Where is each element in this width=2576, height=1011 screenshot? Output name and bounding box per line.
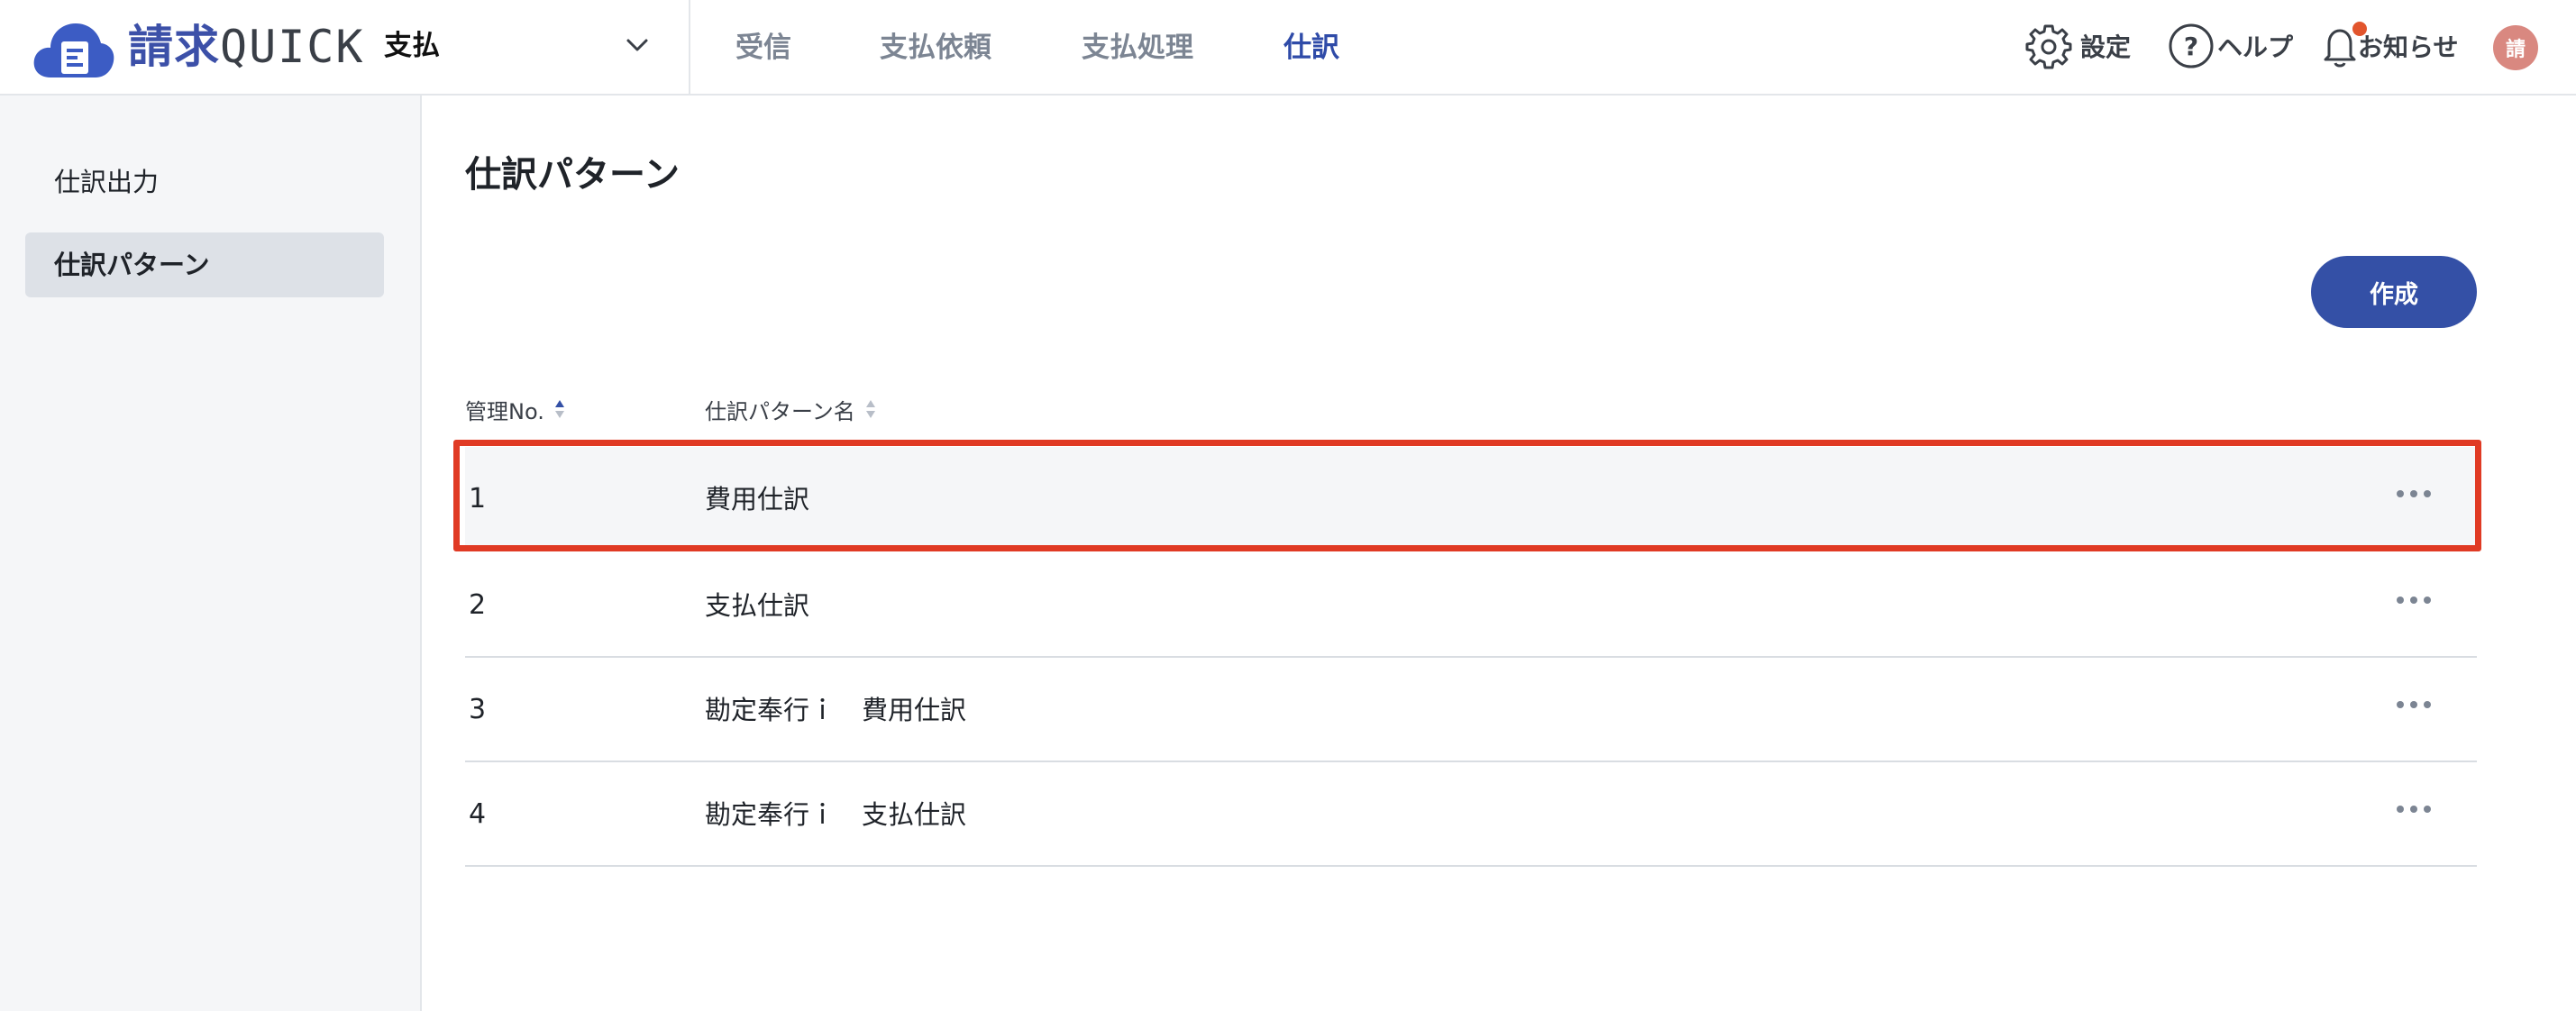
help-button[interactable]: ? ヘルプ [2167, 22, 2293, 70]
notifications-label: お知らせ [2358, 32, 2459, 62]
top-header: 請求QUICK 支払 受信 支払依頼 支払処理 仕訳 設定 ? ヘルプ お知らせ… [0, 0, 2576, 96]
more-options-icon[interactable] [2387, 589, 2441, 611]
module-select[interactable]: 支払 [384, 25, 440, 67]
table-row[interactable]: 2 支払仕訳 [465, 553, 2477, 658]
sidebar-item-journal-export[interactable]: 仕訳出力 [25, 150, 384, 214]
row-name: 勘定奉行ｉ 支払仕訳 [705, 799, 967, 830]
sidebar: 仕訳出力 仕訳パターン [0, 96, 422, 1011]
gear-icon [2025, 24, 2072, 69]
more-options-icon[interactable] [2387, 483, 2441, 505]
help-circle-icon: ? [2169, 23, 2214, 68]
avatar[interactable]: 請 [2493, 25, 2538, 70]
column-header-name[interactable]: 仕訳パターン名 [705, 389, 877, 429]
sort-asc-icon[interactable] [553, 397, 566, 421]
row-name: 勘定奉行ｉ 費用仕訳 [705, 695, 967, 725]
column-header-name-label: 仕訳パターン名 [705, 398, 855, 424]
nav-item-inbox[interactable]: 受信 [735, 27, 791, 68]
settings-button[interactable]: 設定 [2024, 22, 2131, 70]
chevron-down-icon[interactable] [624, 34, 651, 56]
logo-latin: QUICK [220, 21, 365, 73]
svg-text:?: ? [2184, 32, 2198, 61]
more-options-icon[interactable] [2387, 798, 2441, 820]
nav-item-payment-request[interactable]: 支払依頼 [880, 27, 991, 68]
row-no: 3 [469, 694, 487, 725]
row-no: 2 [469, 589, 487, 621]
row-name: 費用仕訳 [705, 484, 810, 515]
app-logo-text[interactable]: 請求QUICK [128, 20, 365, 74]
notification-dot [2352, 22, 2367, 36]
sidebar-item-journal-patterns[interactable]: 仕訳パターン [25, 232, 384, 297]
create-button[interactable]: 作成 [2311, 256, 2477, 328]
page-title: 仕訳パターン [465, 154, 680, 196]
column-header-no[interactable]: 管理No. [465, 389, 566, 429]
table-row[interactable]: 4 勘定奉行ｉ 支払仕訳 [465, 762, 2477, 867]
notifications-button[interactable]: お知らせ [2322, 22, 2458, 70]
help-label: ヘルプ [2217, 32, 2294, 62]
nav-item-payment-processing[interactable]: 支払処理 [1082, 27, 1193, 68]
more-options-icon[interactable] [2387, 694, 2441, 715]
table-row[interactable]: 1 費用仕訳 [465, 447, 2477, 551]
row-no: 4 [469, 798, 487, 830]
row-no: 1 [469, 483, 487, 515]
settings-label: 設定 [2080, 32, 2132, 62]
logo-kanji: 請求 [128, 21, 220, 73]
cloud-logo-icon[interactable] [31, 18, 116, 81]
header-divider [689, 0, 690, 96]
row-name: 支払仕訳 [705, 590, 810, 621]
nav-item-journal[interactable]: 仕訳 [1283, 27, 1339, 68]
table-row[interactable]: 3 勘定奉行ｉ 費用仕訳 [465, 658, 2477, 762]
column-header-no-label: 管理No. [465, 398, 544, 424]
bell-icon-wrap [2322, 22, 2367, 70]
sort-icon[interactable] [864, 397, 877, 421]
